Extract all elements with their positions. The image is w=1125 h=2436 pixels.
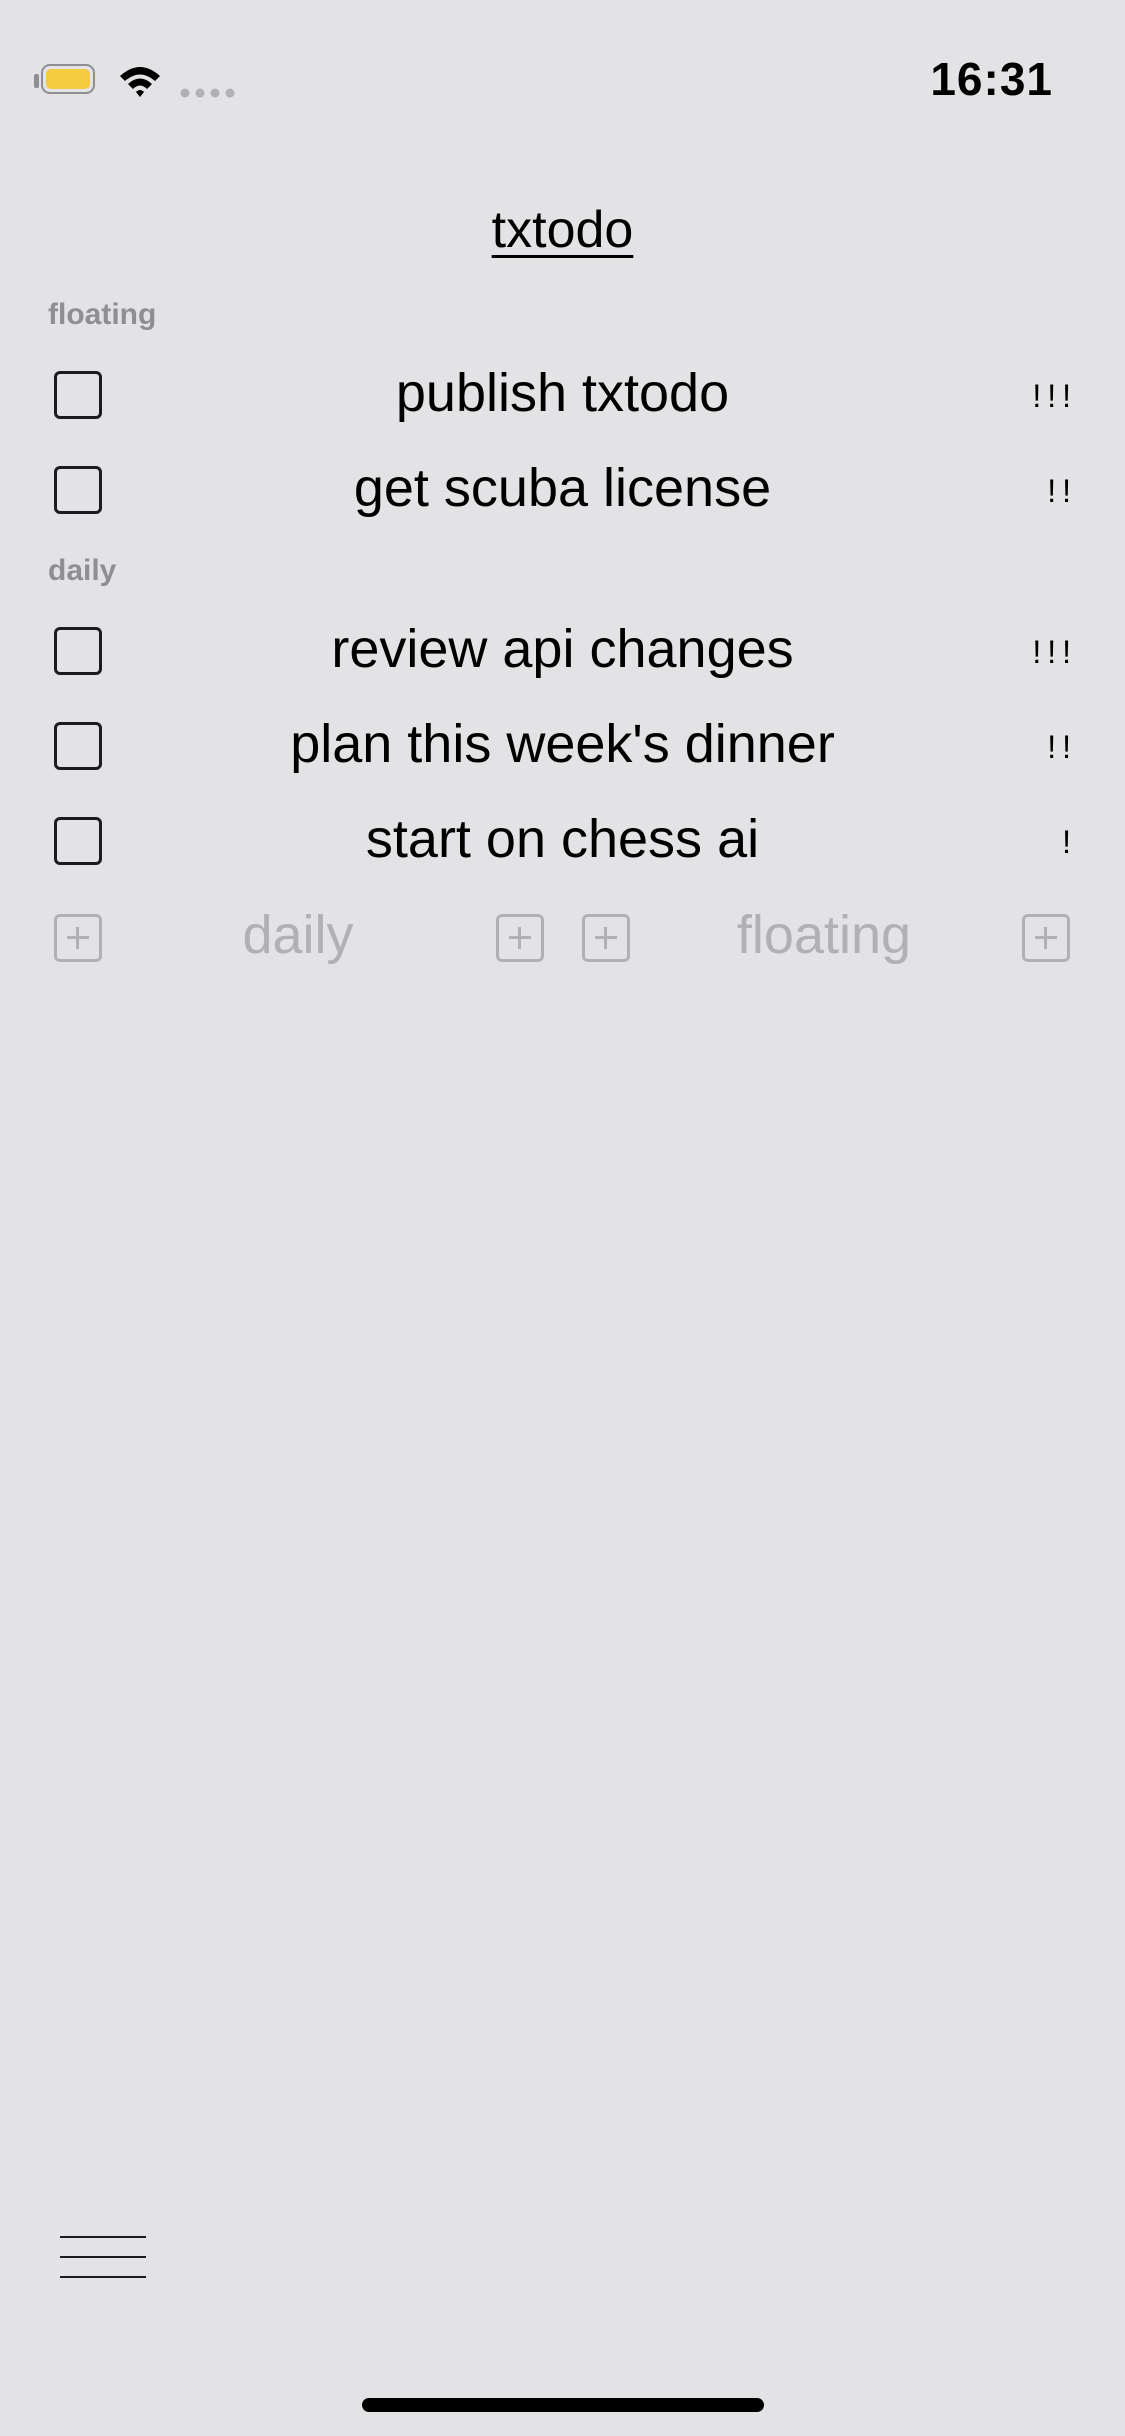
task-text[interactable]: publish txtodo [130,362,995,424]
task-priority: !!! [1032,378,1077,414]
task-text[interactable]: review api changes [130,618,995,680]
task-row[interactable]: publish txtodo !!! [0,356,1125,436]
task-priority: !! [1047,729,1077,765]
section-label-floating: floating [48,298,157,331]
task-row[interactable]: review api changes !!! [0,612,1125,692]
task-text[interactable]: plan this week's dinner [130,713,995,775]
task-checkbox[interactable] [54,627,102,675]
app-title[interactable]: txtodo [0,200,1125,260]
wifi-icon [120,67,160,97]
add-daily-label[interactable]: daily [148,904,448,966]
add-floating-left-plus-icon[interactable] [582,914,630,962]
add-floating-right-plus-icon[interactable] [1022,914,1070,962]
task-checkbox[interactable] [54,371,102,419]
task-priority: ! [1062,824,1077,860]
task-priority: !!! [1032,634,1077,670]
add-floating-label[interactable]: floating [674,904,974,966]
hamburger-menu-icon[interactable] [60,2232,146,2282]
task-text[interactable]: start on chess ai [130,808,995,870]
battery-icon [34,64,100,98]
section-label-daily: daily [48,554,117,587]
add-daily-left-plus-icon[interactable] [54,914,102,962]
status-time: 16:31 [930,53,1053,105]
task-row[interactable]: get scuba license !! [0,451,1125,531]
task-row[interactable]: start on chess ai ! [0,802,1125,882]
task-checkbox[interactable] [54,722,102,770]
add-task-bar: daily floating [0,904,1125,984]
home-indicator[interactable] [362,2398,764,2412]
status-bar: 16:31 [0,0,1125,160]
task-priority: !! [1047,473,1077,509]
cellular-signal-icon [180,88,235,98]
task-row[interactable]: plan this week's dinner !! [0,707,1125,787]
add-daily-right-plus-icon[interactable] [496,914,544,962]
task-checkbox[interactable] [54,817,102,865]
task-checkbox[interactable] [54,466,102,514]
task-text[interactable]: get scuba license [130,457,995,519]
